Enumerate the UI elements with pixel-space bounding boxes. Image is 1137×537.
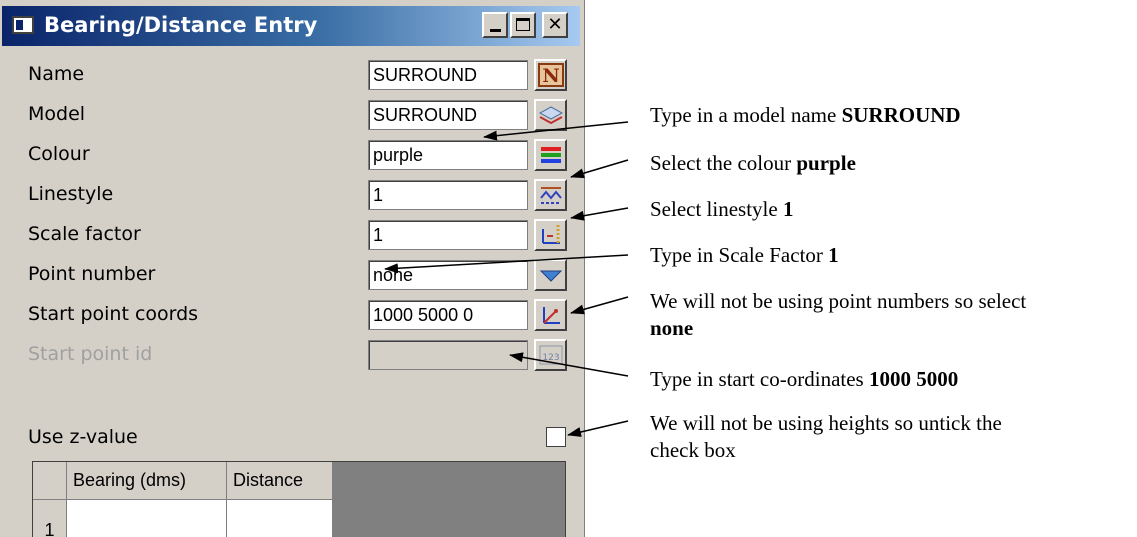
arrow-linestyle [570,207,629,221]
arrow-scale [384,254,629,274]
arrow-coords [509,352,629,377]
arrow-colour [570,159,629,179]
annotation-arrows [384,121,629,437]
arrow-point-number [570,296,629,315]
arrow-model [483,121,629,141]
arrow-heights [567,420,629,437]
